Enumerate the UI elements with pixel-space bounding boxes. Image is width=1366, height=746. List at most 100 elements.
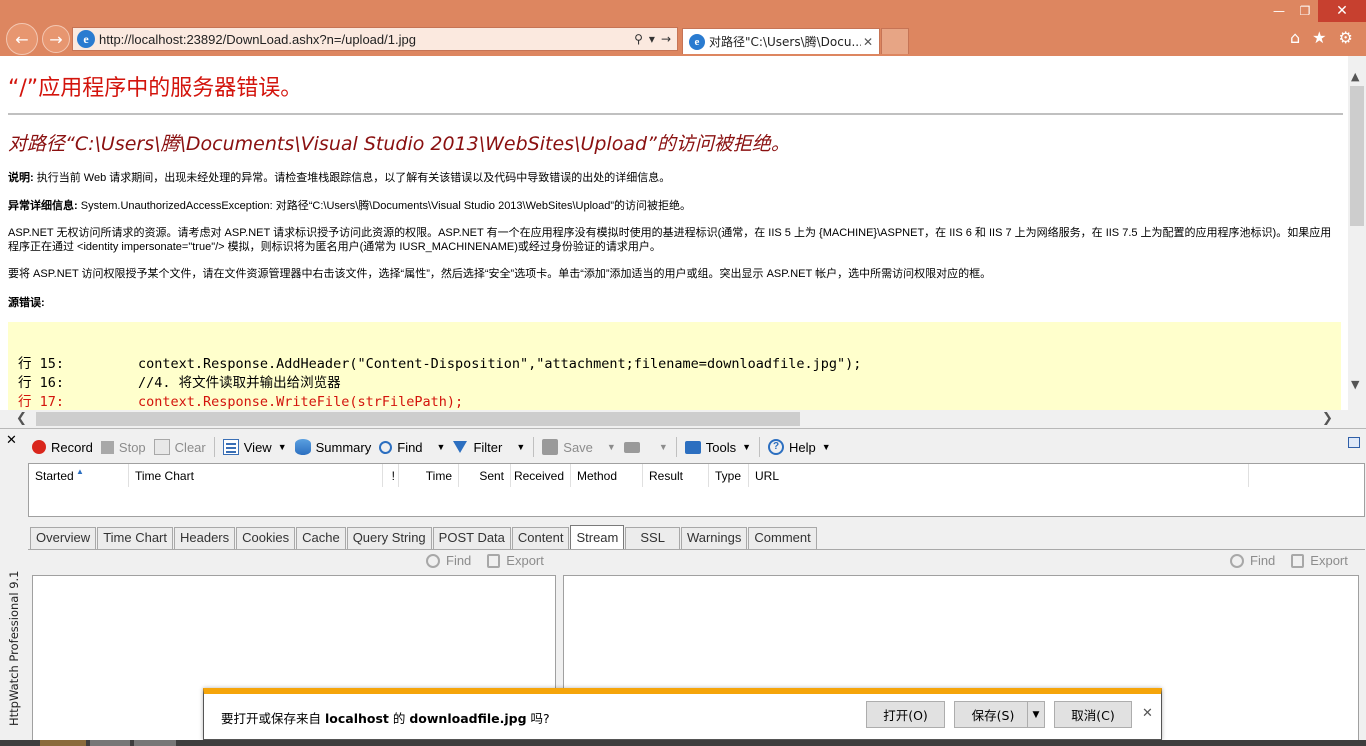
export-icon (487, 553, 501, 568)
scroll-down-icon[interactable]: ▼ (1351, 378, 1359, 391)
exception-label: 异常详细信息: (8, 200, 78, 212)
close-window-button[interactable]: ✕ (1318, 0, 1366, 22)
find-right-button[interactable]: Find (1230, 553, 1275, 568)
export-left-button[interactable]: Export (487, 553, 544, 568)
taskbar-item[interactable] (40, 740, 86, 746)
home-icon[interactable]: ⌂ (1290, 28, 1300, 47)
new-tab-button[interactable] (881, 28, 909, 54)
column-warning[interactable]: ! (383, 464, 399, 488)
exception-text: System.UnauthorizedAccessException: 对路径“… (77, 200, 692, 212)
filter-button[interactable]: Filter ▼ (449, 436, 529, 458)
scroll-left-icon[interactable]: ❮ (16, 411, 27, 426)
maximize-button[interactable]: ❐ (1292, 0, 1318, 22)
chevron-down-icon: ▼ (516, 442, 526, 452)
open-button[interactable]: 打开(O) (866, 701, 945, 728)
print-button[interactable]: ▼ (620, 436, 672, 458)
grant-access-paragraph: 要将 ASP.NET 访问权限授予某个文件，请在文件资源管理器中右击该文件，选择… (8, 268, 992, 280)
address-bar[interactable]: e http://localhost:23892/DownLoad.ashx?n… (72, 27, 678, 51)
column-method[interactable]: Method (571, 464, 643, 488)
save-options-dropdown[interactable]: ▼ (1027, 701, 1045, 728)
detail-tabs: Overview Time Chart Headers Cookies Cach… (30, 525, 818, 549)
close-notification-icon[interactable]: ✕ (1142, 706, 1153, 721)
code-line: 行 15: context.Response.AddHeader("Content… (18, 356, 862, 372)
column-sent[interactable]: Sent (459, 464, 511, 488)
taskbar (0, 740, 1366, 746)
record-button[interactable]: Record (28, 436, 97, 458)
summary-button[interactable]: Summary (291, 436, 376, 458)
tab-time-chart[interactable]: Time Chart (97, 527, 173, 549)
column-time-chart[interactable]: Time Chart (129, 464, 383, 488)
refresh-icon[interactable]: → (661, 32, 671, 46)
forward-button[interactable]: → (42, 25, 70, 53)
error-subtitle: 对路径“C:\Users\腾\Documents\Visual Studio 2… (8, 133, 790, 155)
tab-headers[interactable]: Headers (174, 527, 236, 549)
tab-stream[interactable]: Stream (570, 525, 625, 549)
stop-button[interactable]: Stop (97, 436, 150, 458)
save-file-button[interactable]: 保存(S) (954, 701, 1032, 728)
magnifier-icon (379, 440, 393, 454)
save-icon (542, 439, 559, 455)
download-host: localhost (324, 711, 389, 726)
request-grid-body[interactable] (28, 487, 1365, 517)
clear-button[interactable]: Clear (150, 436, 210, 458)
download-notification-bar: 要打开或保存来自 localhost 的 downloadfile.jpg 吗?… (203, 688, 1162, 740)
scroll-up-icon[interactable]: ▲ (1351, 70, 1359, 83)
favorites-star-icon[interactable]: ★ (1312, 28, 1326, 47)
taskbar-item[interactable] (134, 740, 176, 746)
help-button[interactable]: ? Help ▼ (764, 436, 835, 458)
httpwatch-toolbar: Record Stop Clear View ▼ Summary Find ▼ Fi… (28, 435, 835, 459)
back-arrow-icon: ← (15, 29, 29, 49)
tab-comment[interactable]: Comment (748, 527, 817, 549)
find-left-button[interactable]: Find (426, 553, 471, 568)
sort-ascending-icon: ▲ (76, 467, 84, 476)
ie-tab-icon: e (689, 33, 705, 50)
column-received[interactable]: Received (511, 464, 571, 488)
chevron-down-icon: ▼ (277, 442, 287, 452)
column-type[interactable]: Type (709, 464, 749, 488)
scroll-right-icon[interactable]: ❯ (1322, 411, 1333, 426)
tab-post-data[interactable]: POST Data (432, 527, 511, 549)
tab-content[interactable]: Content (511, 527, 570, 549)
tab-warnings[interactable]: Warnings (680, 527, 748, 549)
download-message: 要打开或保存来自 localhost 的 downloadfile.jpg 吗? (221, 711, 550, 726)
cancel-button[interactable]: 取消(C) (1054, 701, 1132, 728)
view-icon (222, 439, 239, 455)
column-url[interactable]: URL (749, 464, 1249, 488)
export-right-button[interactable]: Export (1291, 553, 1348, 568)
magnifier-icon (1230, 553, 1244, 568)
column-started[interactable]: Started ▲ (29, 464, 129, 488)
dock-icon[interactable] (1348, 437, 1360, 448)
tab-close-icon[interactable]: ✕ (861, 35, 875, 49)
address-url[interactable]: http://localhost:23892/DownLoad.ashx?n=/… (99, 32, 634, 47)
tools-button[interactable]: Tools ▼ (681, 436, 755, 458)
request-grid-header: Started ▲ Time Chart ! Time Sent Received… (28, 463, 1365, 488)
dropdown-arrow-icon[interactable]: ▾ (649, 32, 655, 46)
view-button[interactable]: View ▼ (219, 436, 291, 458)
gear-icon[interactable]: ⚙ (1339, 28, 1353, 47)
clear-icon (153, 439, 170, 455)
page-vertical-scrollbar[interactable]: ▲ ▼ (1348, 56, 1366, 410)
hscroll-thumb[interactable] (36, 412, 800, 426)
tab-cookies[interactable]: Cookies (236, 527, 296, 549)
browser-tab-active[interactable]: e 对路径"C:\Users\腾\Docu... ✕ (682, 28, 880, 54)
column-time[interactable]: Time (399, 464, 459, 488)
help-icon: ? (768, 439, 785, 455)
tab-cache[interactable]: Cache (296, 527, 346, 549)
scroll-thumb[interactable] (1350, 86, 1364, 226)
page-horizontal-scrollbar[interactable]: ❮ ❯ (0, 410, 1348, 428)
tab-overview[interactable]: Overview (30, 527, 97, 549)
find-button[interactable]: Find ▼ (375, 436, 449, 458)
httpwatch-sidebar: ✕ HttpWatch Professional 9.1 (0, 429, 28, 746)
minimize-button[interactable]: — (1266, 0, 1292, 22)
tab-query-string[interactable]: Query String (346, 527, 432, 549)
save-button[interactable]: Save ▼ (538, 436, 620, 458)
back-button[interactable]: ← (6, 23, 38, 55)
tab-ssl[interactable]: SSL (625, 527, 680, 549)
column-result[interactable]: Result (643, 464, 709, 488)
close-httpwatch-icon[interactable]: ✕ (6, 433, 17, 448)
taskbar-item[interactable] (90, 740, 130, 746)
exception-details: 异常详细信息: System.UnauthorizedAccessExcepti… (8, 199, 1340, 213)
chevron-down-icon: ▼ (1032, 709, 1040, 720)
search-icon[interactable]: ⚲ (634, 32, 643, 46)
httpwatch-vertical-label: HttpWatch Professional 9.1 (7, 570, 21, 726)
